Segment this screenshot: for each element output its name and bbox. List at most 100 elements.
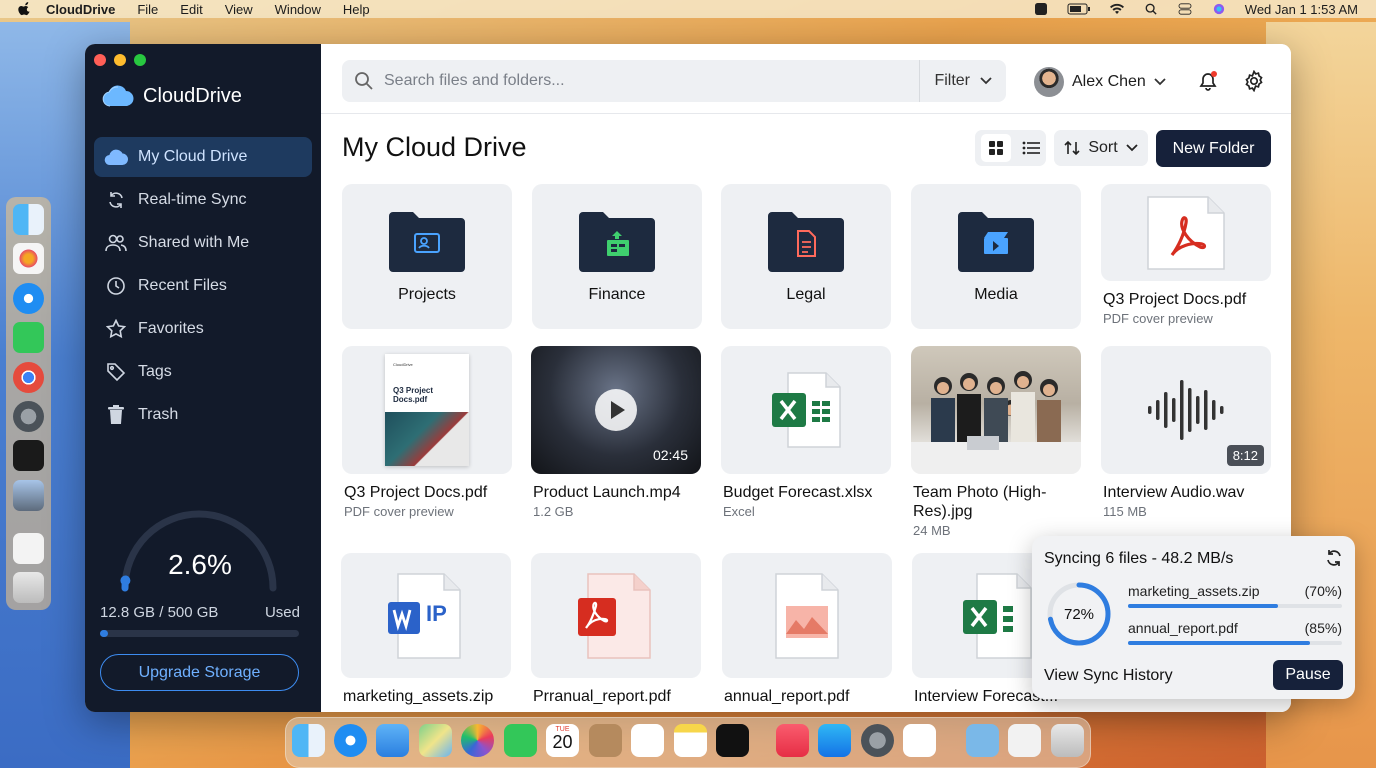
sidebar-nav: My Cloud Drive Real-time Sync Shared wit…: [94, 137, 312, 438]
notification-bell-icon[interactable]: [1197, 70, 1219, 92]
apple-logo-icon[interactable]: [18, 2, 32, 16]
file-card-product-launch-mp4[interactable]: 02:45 Product Launch.mp4 1.2 GB: [531, 346, 701, 519]
trash-dock-icon[interactable]: [1051, 724, 1084, 757]
launchpad-icon[interactable]: [13, 243, 44, 274]
bottom-dock: TUE 20: [285, 717, 1091, 768]
reminders-icon[interactable]: [631, 724, 664, 757]
file-name: Q3 Project Docs.pdf: [1103, 291, 1247, 308]
zoom-window-button[interactable]: [134, 54, 146, 66]
close-window-button[interactable]: [94, 54, 106, 66]
new-folder-button[interactable]: New Folder: [1156, 130, 1271, 167]
sync-file-progress-fill: [1128, 641, 1310, 645]
file-card-annual-report-pdf[interactable]: annual_report.pdf: [722, 553, 892, 706]
safari-icon[interactable]: [13, 283, 44, 314]
folder-card-projects[interactable]: Projects: [342, 184, 512, 329]
list-view-icon[interactable]: [1022, 141, 1041, 155]
folder-card-legal[interactable]: Legal: [721, 184, 891, 329]
sidebar-item-tags[interactable]: Tags: [94, 352, 312, 392]
settings-gear-icon[interactable]: [1243, 70, 1265, 92]
menu-file[interactable]: File: [137, 2, 158, 17]
file-card-team-photo-jpg[interactable]: Team Photo (High-Res).jpg 24 MB: [911, 346, 1081, 538]
menu-edit[interactable]: Edit: [180, 2, 202, 17]
play-icon[interactable]: [595, 389, 637, 431]
sidebar-item-real-time-sync[interactable]: Real-time Sync: [94, 180, 312, 220]
search-input[interactable]: Search files and folders...: [384, 72, 919, 90]
video-thumbnail: 02:45: [531, 346, 701, 474]
cloud-logo-icon: [102, 85, 134, 107]
page-title: My Cloud Drive: [342, 132, 527, 162]
music-icon[interactable]: [776, 724, 809, 757]
menu-help[interactable]: Help: [343, 2, 370, 17]
folder-card-media[interactable]: Media: [911, 184, 1081, 329]
sidebar-item-shared-with-me[interactable]: Shared with Me: [94, 223, 312, 263]
trash-dock-icon[interactable]: [13, 572, 44, 603]
sidebar-item-my-cloud-drive[interactable]: My Cloud Drive: [94, 137, 312, 177]
file-card-q3-docs-pdf[interactable]: Q3 Project Docs.pdf PDF cover preview: [1101, 184, 1271, 326]
grid-view-button[interactable]: [980, 134, 1011, 162]
menubar-clock[interactable]: Wed Jan 1 1:53 AM: [1245, 2, 1358, 17]
sort-button[interactable]: Sort: [1054, 130, 1148, 166]
facetime-icon[interactable]: [504, 724, 537, 757]
file-meta: 115 MB: [1103, 504, 1147, 519]
wifi-icon[interactable]: [1109, 3, 1125, 15]
window-controls: [94, 54, 146, 66]
file-name: annual_report.pdf: [724, 688, 850, 705]
file-card-marketing-assets-zip[interactable]: IP marketing_assets.zip: [341, 553, 511, 706]
battery-icon[interactable]: [1067, 3, 1091, 15]
folder-card-finance[interactable]: Finance: [532, 184, 702, 329]
maps-icon[interactable]: [419, 724, 452, 757]
terminal-icon[interactable]: [13, 440, 44, 471]
audio-waveform-icon: [1148, 380, 1224, 440]
user-menu[interactable]: Alex Chen: [1034, 67, 1166, 97]
spotlight-search-icon[interactable]: [1143, 3, 1159, 15]
photos-icon[interactable]: [461, 724, 494, 757]
finder-icon[interactable]: [13, 204, 44, 235]
file-card-interview-audio-wav[interactable]: 8:12 Interview Audio.wav 115 MB: [1101, 346, 1271, 519]
finder-icon[interactable]: [292, 724, 325, 757]
apple-tv-icon[interactable]: [716, 724, 749, 757]
sidebar-item-label: Favorites: [138, 320, 204, 337]
sidebar-item-label: Recent Files: [138, 277, 227, 294]
mail-icon[interactable]: [376, 724, 409, 757]
safari-icon[interactable]: [334, 724, 367, 757]
menu-view[interactable]: View: [225, 2, 253, 17]
contacts-icon[interactable]: [589, 724, 622, 757]
filter-dropdown[interactable]: Filter: [919, 60, 1006, 102]
keyboard-input-icon[interactable]: [1033, 3, 1049, 15]
sidebar-item-trash[interactable]: Trash: [94, 395, 312, 435]
file-card-q3-docs-cover[interactable]: CloudDrive Q3 Project Docs.pdf Q3 Projec…: [342, 346, 512, 519]
menu-app-name[interactable]: CloudDrive: [46, 2, 115, 17]
pause-sync-button[interactable]: Pause: [1273, 660, 1343, 690]
downloads-folder-icon[interactable]: [966, 724, 999, 757]
upgrade-storage-button[interactable]: Upgrade Storage: [100, 654, 299, 691]
sidebar-item-favorites[interactable]: Favorites: [94, 309, 312, 349]
chevron-down-icon: [1126, 144, 1138, 152]
document-icon[interactable]: [13, 533, 44, 564]
file-thumbnail: IP: [341, 553, 511, 678]
app-store-icon[interactable]: [818, 724, 851, 757]
messages-icon[interactable]: [13, 322, 44, 353]
preview-icon[interactable]: [13, 480, 44, 511]
tag-icon: [104, 360, 128, 384]
file-card-prranual-report-pdf[interactable]: Prranual_report.pdf: [531, 553, 701, 706]
file-card-budget-forecast-xlsx[interactable]: Budget Forecast.xlsx Excel: [721, 346, 891, 519]
calendar-icon[interactable]: TUE 20: [546, 724, 579, 757]
folder-thumbnail: Projects: [342, 184, 512, 329]
screenshot-preview-icon[interactable]: [1008, 724, 1041, 757]
view-sync-history-link[interactable]: View Sync History: [1044, 667, 1173, 685]
excel-file-icon: [963, 572, 1032, 659]
chrome-icon[interactable]: [13, 362, 44, 393]
flutter-icon[interactable]: [903, 724, 936, 757]
siri-icon[interactable]: [1211, 3, 1227, 15]
sync-refresh-icon[interactable]: [1325, 549, 1343, 567]
search-bar[interactable]: Search files and folders... Filter: [342, 60, 1006, 102]
folder-name: Media: [974, 285, 1018, 303]
system-settings-icon[interactable]: [861, 724, 894, 757]
cover-title: Q3 Project Docs.pdf: [393, 386, 434, 404]
sidebar-item-recent-files[interactable]: Recent Files: [94, 266, 312, 306]
notes-icon[interactable]: [674, 724, 707, 757]
menu-window[interactable]: Window: [275, 2, 321, 17]
control-center-icon[interactable]: [1177, 3, 1193, 15]
system-settings-icon[interactable]: [13, 401, 44, 432]
minimize-window-button[interactable]: [114, 54, 126, 66]
